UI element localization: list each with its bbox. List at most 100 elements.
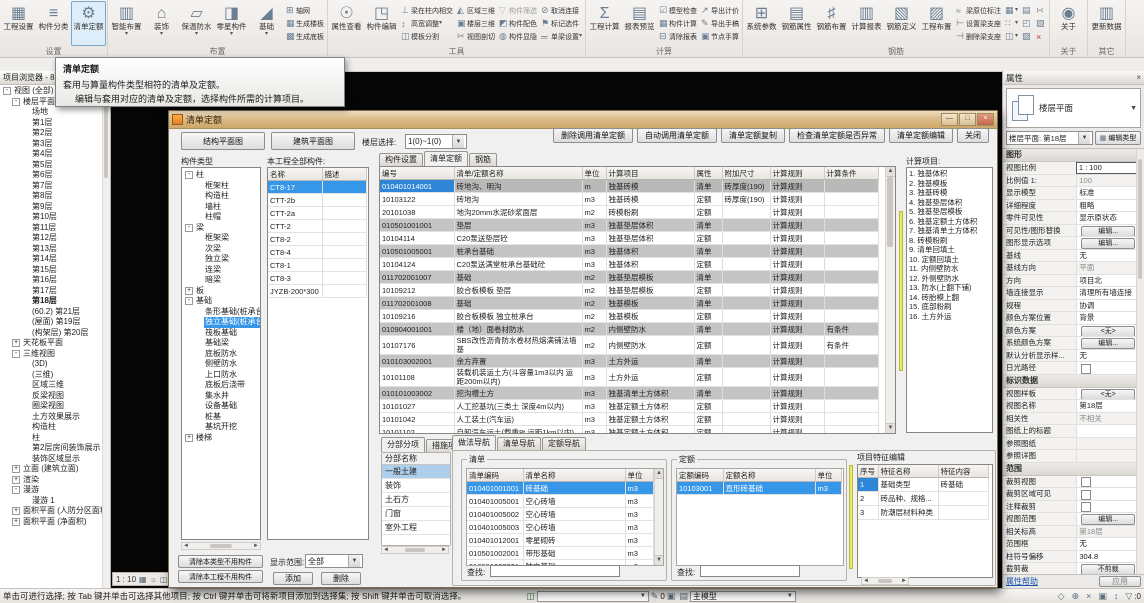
ribbon-small-component-filter[interactable]: ▽构件筛选 xyxy=(497,4,539,17)
ribbon-small-region-3d[interactable]: ◭区域三维 xyxy=(455,4,497,17)
property-row[interactable]: 视图样板<无> xyxy=(1003,388,1137,401)
ribbon-small-node-manual-calculation[interactable]: ▣节点手算 xyxy=(699,30,741,43)
model-graphics-icon[interactable]: ▦ xyxy=(139,575,147,584)
property-row[interactable]: 相关标高第18层 xyxy=(1003,526,1137,539)
column-header[interactable]: 单位 xyxy=(815,469,841,482)
scrollbar-thumb[interactable] xyxy=(1138,159,1142,279)
ribbon-button-calculation-report[interactable]: ▥计算报表 xyxy=(849,1,884,46)
property-value[interactable]: 304.8 xyxy=(1076,551,1137,563)
type-selector[interactable]: 楼层平面 ▼ xyxy=(1006,88,1141,128)
ribbon-button-about[interactable]: ◉关于 xyxy=(1051,1,1086,46)
property-value[interactable]: 背景 xyxy=(1076,312,1137,324)
ribbon-small-clear-report[interactable]: ⊟清除报表 xyxy=(657,30,699,43)
column-header[interactable]: 定额名称 xyxy=(723,469,815,482)
calc-item[interactable]: 10. 定额回填土 xyxy=(907,255,992,265)
column-header[interactable]: 附加尺寸 xyxy=(722,167,770,180)
ribbon-small-cancel-join[interactable]: ⊘取消连接 xyxy=(539,4,584,17)
property-row[interactable]: 范围框无 xyxy=(1003,538,1137,551)
properties-scrollbar[interactable] xyxy=(1136,149,1144,574)
ribbon-small-floor-3d[interactable]: ▣楼层三维 xyxy=(455,17,497,30)
ribbon-button-project-layout[interactable]: ▨工程布置 xyxy=(919,1,954,46)
property-row[interactable]: 显示模型标准 xyxy=(1003,187,1137,200)
tree-expander-icon[interactable]: + xyxy=(12,507,20,515)
minimize-button[interactable]: — xyxy=(941,113,958,126)
tree-expander-icon[interactable]: + xyxy=(12,518,20,526)
chevron-down-icon[interactable]: ▼ xyxy=(348,555,360,567)
type-tree-item[interactable]: 框架梁 xyxy=(182,233,260,244)
browser-tree-item[interactable]: 第13层 xyxy=(0,244,110,255)
delete-button[interactable]: 删除 xyxy=(321,572,361,585)
scroll-down-icon[interactable]: ▼ xyxy=(886,423,895,433)
property-row[interactable]: 视图名称第18层 xyxy=(1003,400,1137,413)
property-value[interactable]: 标准 xyxy=(1076,187,1137,199)
ribbon-button-component-edit[interactable]: ◳构件编辑 xyxy=(364,1,399,46)
browser-tree-item[interactable]: 场地 xyxy=(0,107,110,118)
type-tree-item[interactable]: 底板防水 xyxy=(182,349,260,360)
drag-elements-icon[interactable]: ▣ xyxy=(1098,591,1107,602)
property-row[interactable]: 颜色方案<无> xyxy=(1003,325,1137,338)
property-row[interactable]: 基线方向平面 xyxy=(1003,262,1137,275)
quota-grid-row[interactable]: 10101108装载机装运土方(斗容量1m3以内 运距200m以内)m3土方外运… xyxy=(380,368,878,387)
feature-hscrollbar[interactable]: ◄► xyxy=(861,577,909,585)
chevron-down-icon[interactable]: ▼ xyxy=(452,135,464,148)
ribbon-small-beam-insitu-annotation[interactable]: ≈梁原位标注 xyxy=(954,4,1003,17)
browser-tree-item[interactable]: 第5层 xyxy=(0,160,110,171)
property-row[interactable]: 方向项目北 xyxy=(1003,275,1137,288)
tab-main-0[interactable]: 构件设置 xyxy=(379,153,423,166)
ribbon-button-rebar-properties[interactable]: ▤钢筋属性 xyxy=(779,1,814,46)
ribbon-small-beam-column-intersect[interactable]: ⊥梁在柱内相交 xyxy=(399,4,455,17)
property-row[interactable]: 截剪裁不剪裁 xyxy=(1003,563,1137,574)
chevron-down-icon[interactable]: ▾ xyxy=(1015,34,1018,39)
property-value[interactable]: 粗略 xyxy=(1076,200,1137,212)
chevron-down-icon[interactable]: ▾ xyxy=(1015,8,1018,13)
dialog-titlebar[interactable]: 清单定额 — □ × xyxy=(169,111,997,129)
browser-tree-item[interactable]: 第6层 xyxy=(0,170,110,181)
sun-path-icon[interactable]: ☼ xyxy=(150,575,157,584)
chevron-down-icon[interactable]: ▾ xyxy=(439,21,442,26)
column-header[interactable]: 序号 xyxy=(858,465,878,478)
ribbon-button-system-parameters[interactable]: ⊞系统参数 xyxy=(744,1,779,46)
quota-grid-row[interactable]: 010101003002挖沟槽土方m3独基清单土方体积清单计算规则 xyxy=(380,387,878,400)
quota-find-input[interactable] xyxy=(700,565,800,577)
type-tree-item[interactable]: 构造柱 xyxy=(182,191,260,202)
maximize-button[interactable]: □ xyxy=(959,113,976,126)
type-tree-item[interactable]: 设备基础 xyxy=(182,401,260,412)
browser-tree-item[interactable]: 第7层 xyxy=(0,181,110,192)
property-row[interactable]: 相关性不相关 xyxy=(1003,413,1137,426)
ribbon-small-generate-bottom-slab[interactable]: ▩生成底板 xyxy=(284,30,326,43)
chevron-down-icon[interactable]: ▾ xyxy=(230,32,233,37)
property-edit-button[interactable]: 编辑... xyxy=(1081,226,1135,237)
vertical-splitter[interactable] xyxy=(849,465,853,569)
link-select-icon[interactable]: ⊕ xyxy=(1072,591,1080,602)
architectural-plan-button[interactable]: 建筑平面图 xyxy=(271,132,355,150)
checkbox[interactable] xyxy=(1081,490,1091,500)
chevron-down-icon[interactable]: ▾ xyxy=(579,34,582,39)
component-row[interactable]: CTT-2a xyxy=(268,207,366,220)
browser-tree-item[interactable]: (三维) xyxy=(0,370,110,381)
quota-grid-row[interactable]: 20101038地沟20mm水泥砂浆面层m2砖模粉刷定额计算规则 xyxy=(380,206,878,219)
property-value[interactable]: 第18层 xyxy=(1076,400,1137,412)
ribbon-small-rebar-tool-8[interactable]: ▧ xyxy=(1034,17,1048,30)
ribbon-small-rebar-tool-5[interactable]: ◰ xyxy=(1020,17,1034,30)
property-value[interactable] xyxy=(1076,488,1137,500)
type-tree-item[interactable]: 独立梁 xyxy=(182,254,260,265)
tree-expander-icon[interactable]: - xyxy=(185,171,193,179)
tree-expander-icon[interactable]: - xyxy=(12,350,20,358)
scroll-down-icon[interactable]: ▼ xyxy=(655,555,663,565)
property-value[interactable] xyxy=(1076,362,1137,374)
property-edit-button[interactable]: <无> xyxy=(1081,326,1135,337)
browser-tree-item[interactable]: +立面 (建筑立面) xyxy=(0,464,110,475)
filter-icon[interactable]: ▽ xyxy=(1125,591,1132,602)
property-value[interactable]: 不剪裁 xyxy=(1076,563,1137,574)
calc-item[interactable]: 14. 砖胎模上翻 xyxy=(907,293,992,303)
design-options-icon[interactable]: ▣ xyxy=(667,591,676,602)
ribbon-button-foundation[interactable]: ◢基础▾ xyxy=(249,1,284,46)
component-row[interactable]: CTT-2b xyxy=(268,194,366,207)
list-find-input[interactable] xyxy=(490,565,620,577)
chevron-down-icon[interactable]: ▾ xyxy=(125,32,128,37)
list-row[interactable]: 010501002001带形基础m3 xyxy=(467,547,653,560)
browser-tree-item[interactable]: 第9层 xyxy=(0,202,110,213)
model-state-icon[interactable]: ▤ xyxy=(679,591,688,602)
property-value[interactable]: 协调 xyxy=(1076,300,1137,312)
calc-item[interactable]: 15. 底部粉刷 xyxy=(907,302,992,312)
